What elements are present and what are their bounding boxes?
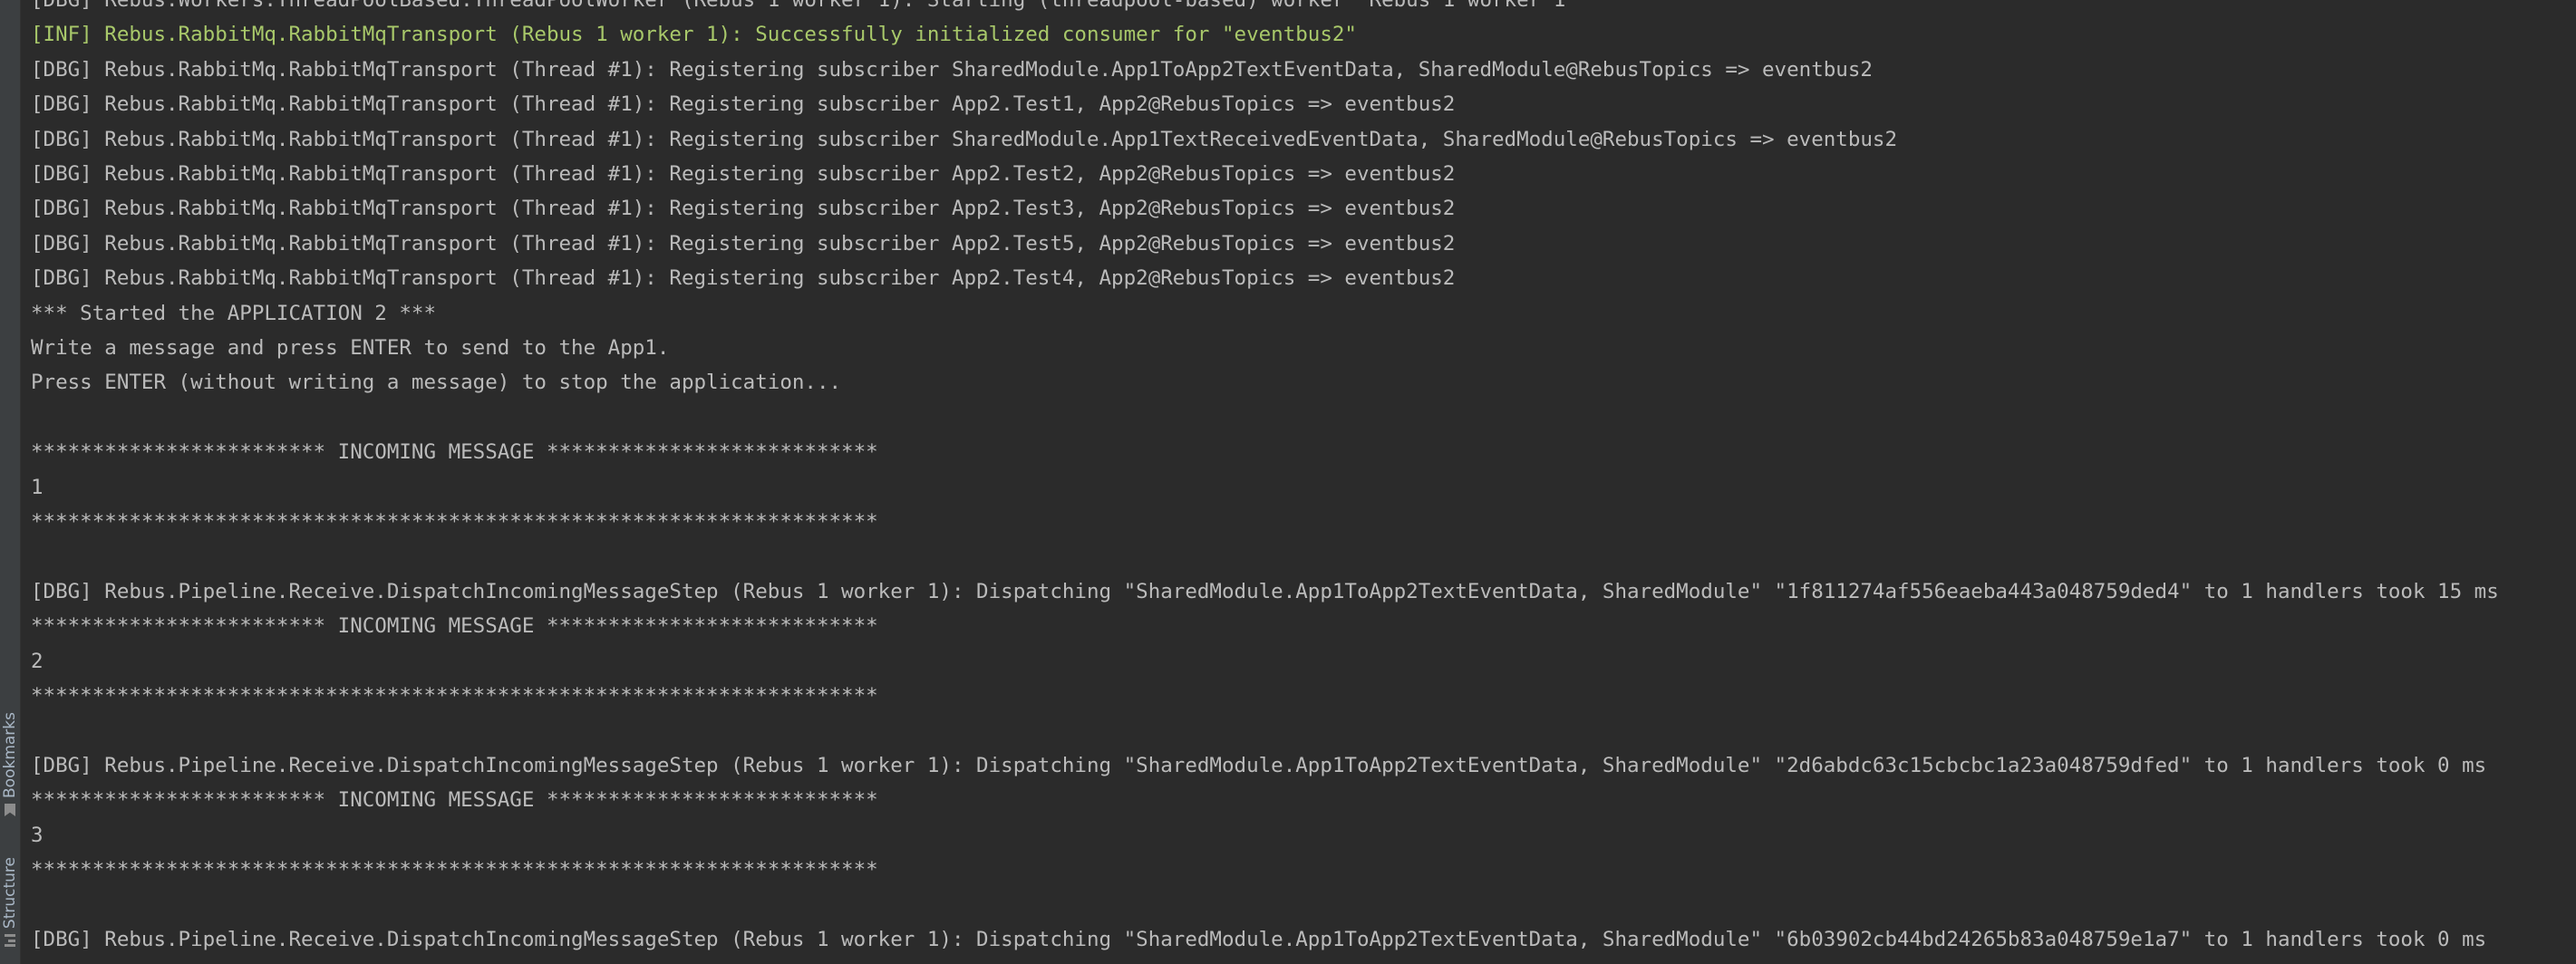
console-line: *** Started the APPLICATION 2 *** [31, 301, 437, 325]
console-line: 2 [31, 649, 44, 673]
ide-window: Bookmarks Structure [DBG] Rebus.Workers.… [0, 0, 2576, 964]
console-line: [DBG] Rebus.RabbitMq.RabbitMqTransport (… [31, 92, 1456, 117]
console-line: [DBG] Rebus.RabbitMq.RabbitMqTransport (… [31, 197, 1456, 221]
console-line: [DBG] Rebus.RabbitMq.RabbitMqTransport (… [31, 266, 1456, 291]
console-line: ************************ INCOMING MESSAG… [31, 440, 878, 465]
console-line: ************************ INCOMING MESSAG… [31, 614, 878, 639]
console-line: Press ENTER (without writing a message) … [31, 371, 842, 395]
console-line: [DBG] Rebus.Pipeline.Receive.DispatchInc… [31, 753, 2487, 777]
left-tool-strip: Bookmarks Structure [0, 0, 21, 964]
console-line: 1 [31, 475, 44, 499]
console-line: [INF] Rebus.RabbitMq.RabbitMqTransport (… [31, 23, 1357, 47]
console-line: [DBG] Rebus.Pipeline.Receive.DispatchInc… [31, 927, 2487, 951]
structure-tab[interactable]: Structure [0, 857, 20, 948]
console-line: [DBG] Rebus.RabbitMq.RabbitMqTransport (… [31, 162, 1456, 186]
console-line: ****************************************… [31, 858, 878, 882]
console-line: ************************ INCOMING MESSAG… [31, 788, 878, 813]
console-line: [DBG] Rebus.Pipeline.Receive.DispatchInc… [31, 579, 2499, 603]
bookmarks-tab-label: Bookmarks [1, 712, 19, 798]
structure-tab-label: Structure [1, 857, 19, 930]
bookmarks-tab[interactable]: Bookmarks [0, 712, 20, 816]
console-line: 3 [31, 823, 44, 847]
bookmark-icon [5, 803, 15, 816]
console-line: [DBG] Rebus.RabbitMq.RabbitMqTransport (… [31, 231, 1456, 255]
console-line: ****************************************… [31, 510, 878, 534]
console-line: ****************************************… [31, 684, 878, 708]
console-line: [DBG] Rebus.RabbitMq.RabbitMqTransport (… [31, 127, 1898, 151]
structure-icon [5, 934, 15, 948]
console-line: [DBG] Rebus.RabbitMq.RabbitMqTransport (… [31, 57, 1873, 82]
console-line: Write a message and press ENTER to send … [31, 336, 670, 360]
console-line: [DBG] Rebus.Workers.ThreadPoolBased.Thre… [31, 0, 1578, 12]
console-output[interactable]: [DBG] Rebus.Workers.ThreadPoolBased.Thre… [31, 0, 2576, 964]
